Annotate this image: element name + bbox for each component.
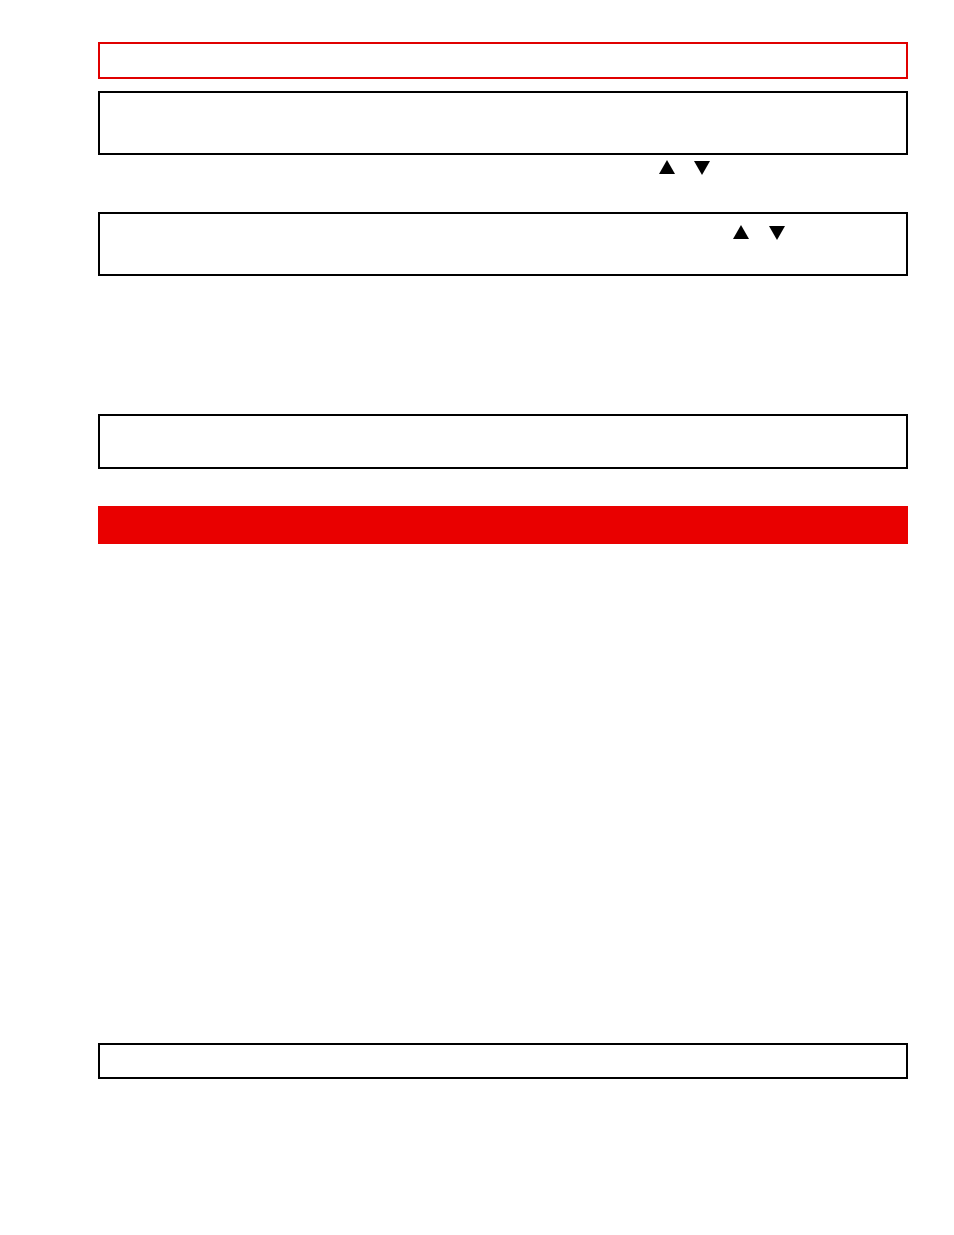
triangle-up-icon [659,160,675,174]
black-outline-box-3 [98,414,908,469]
black-outline-box-2 [98,212,908,276]
triangle-up-icon [733,225,749,239]
black-outline-box-1 [98,91,908,155]
solid-red-bar [98,506,908,544]
black-outline-box-4 [98,1043,908,1079]
triangle-down-icon [769,226,785,240]
document-page [0,0,954,1235]
red-outline-box [98,42,908,79]
triangle-down-icon [694,161,710,175]
